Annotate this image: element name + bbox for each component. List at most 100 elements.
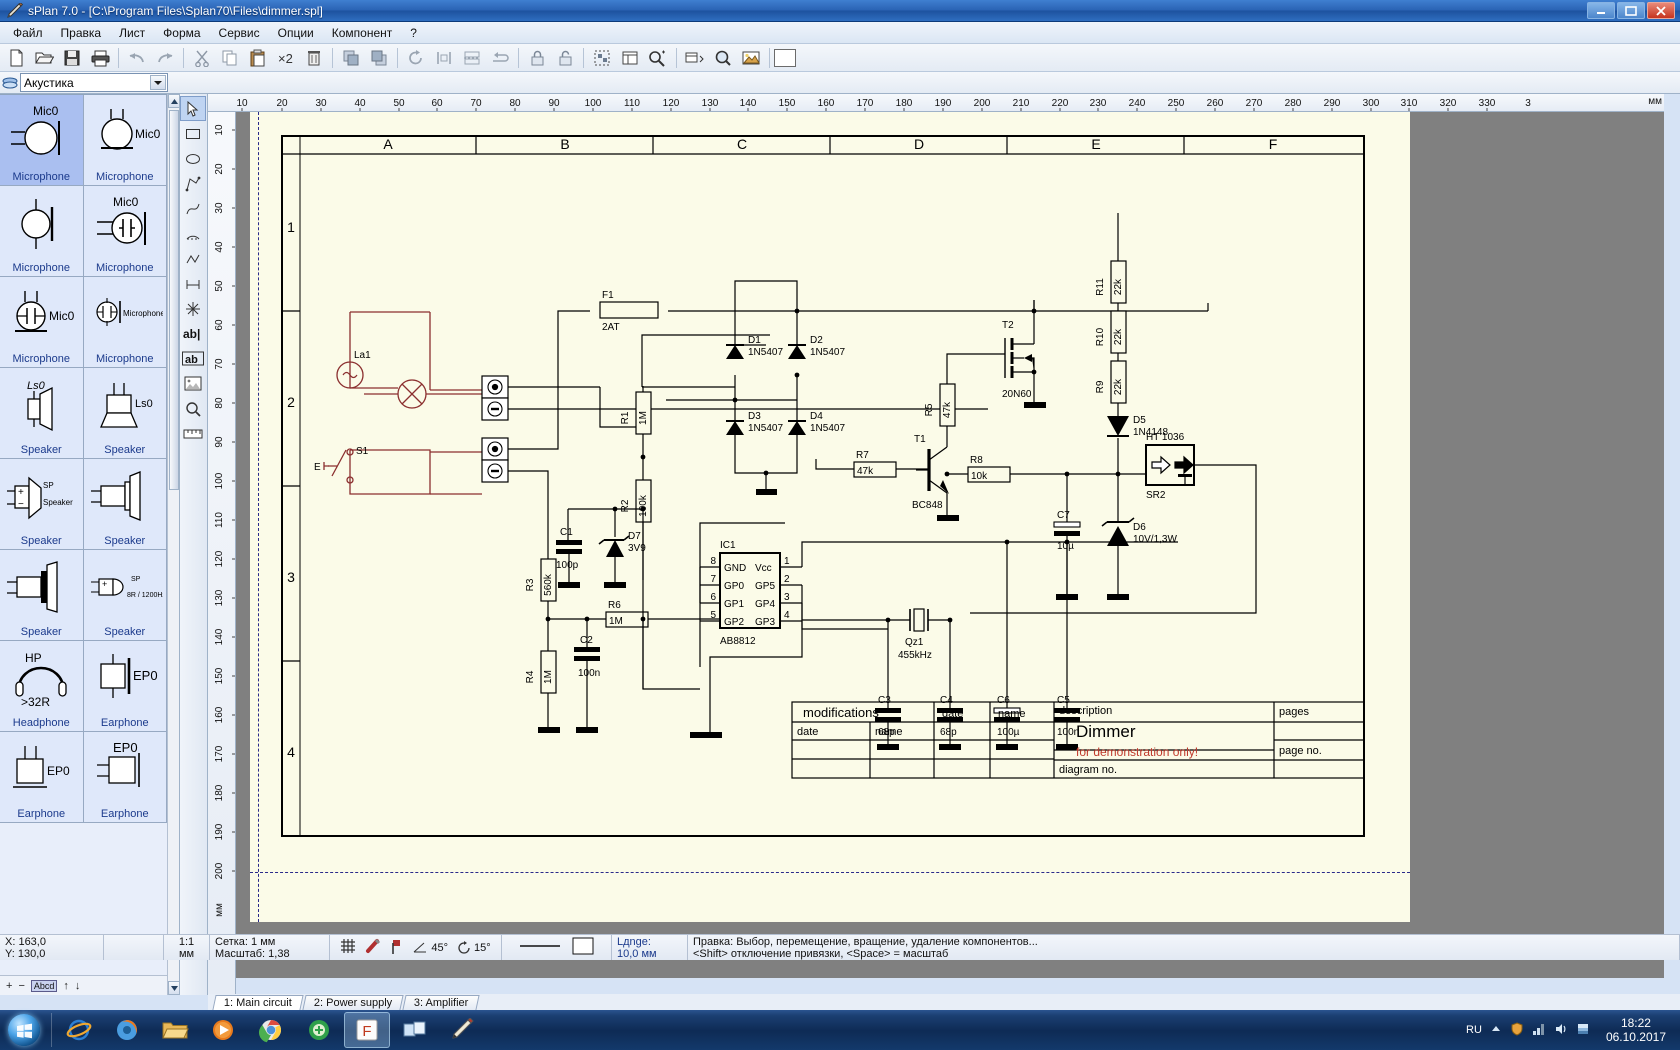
color-swatch[interactable] (774, 48, 796, 67)
abl-icon[interactable]: ab| (180, 321, 206, 346)
library-item-13[interactable]: EP0 Earphone (83, 641, 167, 732)
library-item-9[interactable]: Speaker (83, 459, 167, 550)
horizontal-ruler[interactable]: 10 20 30 40 50 60 70 80 90 100 110 120 130 140 150… (208, 94, 1664, 112)
menu-edit[interactable]: Правка (52, 23, 111, 43)
star-icon[interactable] (180, 296, 206, 321)
menu-help[interactable]: ? (401, 23, 426, 43)
library-item-14[interactable]: EP0 Earphone (0, 732, 84, 823)
polygon-tool[interactable] (180, 171, 206, 196)
ruler-icon[interactable] (180, 421, 206, 446)
menu-form[interactable]: Форма (154, 23, 209, 43)
clock[interactable]: 18:22 06.10.2017 (1598, 1016, 1674, 1044)
polyline-tool[interactable] (180, 246, 206, 271)
library-item-3[interactable]: Mic0 Microphone (83, 186, 167, 277)
redo-icon[interactable] (152, 46, 178, 70)
ellipse-tool[interactable] (180, 146, 206, 171)
paint-pencil-icon[interactable] (440, 1012, 486, 1048)
chrome-icon[interactable] (248, 1012, 294, 1048)
library-icon[interactable] (617, 46, 643, 70)
menu-file[interactable]: Файл (4, 23, 52, 43)
menu-sheet[interactable]: Лист (110, 23, 154, 43)
unlock-icon[interactable] (552, 46, 578, 70)
duplicate-x2-icon[interactable]: ×2 (273, 46, 299, 70)
schematic-sheet[interactable]: A B C D E F 1 2 3 4 La1 S1 E F1 2AT R1 1… (250, 112, 1410, 922)
library-item-10[interactable]: Speaker (0, 550, 84, 641)
rectangle-tool[interactable] (180, 121, 206, 146)
ab-box-icon[interactable]: ab (180, 346, 206, 371)
rotate-icon[interactable] (403, 46, 429, 70)
pin-icon[interactable] (390, 938, 404, 957)
status-grid-info[interactable]: Сетка: 1 мм Масштаб: 1,38 (210, 935, 330, 960)
add-icon[interactable]: + (6, 980, 12, 992)
line-style-preview[interactable] (519, 941, 560, 954)
arc-tool[interactable] (180, 221, 206, 246)
snap-magnet-icon[interactable] (365, 938, 381, 957)
select-arrow-tool[interactable] (180, 96, 206, 121)
status-scale[interactable]: 1:1 мм (164, 935, 210, 960)
shield-icon[interactable] (1510, 1021, 1524, 1039)
network-icon[interactable] (1532, 1022, 1546, 1039)
library-selector[interactable]: Акустика (20, 73, 168, 92)
status-angle-group[interactable]: 45° (413, 941, 448, 954)
library-item-4[interactable]: Mic0 Microphone (0, 277, 84, 368)
bezier-tool[interactable] (180, 196, 206, 221)
remove-icon[interactable]: − (18, 980, 24, 992)
magnifier-icon[interactable] (180, 396, 206, 421)
mirror-vertical-icon[interactable] (459, 46, 485, 70)
bring-front-icon[interactable] (338, 46, 364, 70)
flip-icon[interactable] (487, 46, 513, 70)
flag-icon[interactable] (1576, 1022, 1590, 1039)
image-icon[interactable] (738, 46, 764, 70)
picture-icon[interactable] (180, 371, 206, 396)
library-item-15[interactable]: EP0 Earphone (83, 732, 167, 823)
library-item-8[interactable]: + − SP Speaker Speaker (0, 459, 84, 550)
splan-app-icon[interactable]: F (344, 1012, 390, 1048)
library-item-7[interactable]: Ls0 Speaker (83, 368, 167, 459)
status-rotation-group[interactable]: 15° (457, 940, 491, 955)
open-folder-icon[interactable] (31, 46, 57, 70)
maximize-button[interactable] (1617, 2, 1645, 19)
move-down-icon[interactable]: ↓ (75, 980, 81, 992)
minimize-button[interactable] (1587, 2, 1615, 19)
mirror-horizontal-icon[interactable] (431, 46, 457, 70)
library-item-6[interactable]: Ls0 Speaker (0, 368, 84, 459)
internet-explorer-icon[interactable] (56, 1012, 102, 1048)
undo-icon[interactable] (124, 46, 150, 70)
library-item-11[interactable]: + SP 8R / 1200Hz Speaker (83, 550, 167, 641)
language-indicator[interactable]: RU (1466, 1024, 1482, 1036)
windows-app-icon[interactable] (392, 1012, 438, 1048)
library-item-5[interactable]: Microphone Microphone (83, 277, 167, 368)
library-scrollbar[interactable] (167, 94, 180, 995)
layers-icon[interactable] (682, 46, 708, 70)
dimension-tool[interactable] (180, 271, 206, 296)
scroll-down-icon[interactable] (168, 981, 180, 995)
firefox-icon[interactable] (104, 1012, 150, 1048)
scroll-up-icon[interactable] (168, 94, 180, 108)
library-item-1[interactable]: Mic0 Microphone (83, 95, 167, 186)
send-back-icon[interactable] (366, 46, 392, 70)
explorer-folder-icon[interactable] (152, 1012, 198, 1048)
cut-scissors-icon[interactable] (189, 46, 215, 70)
grid-icon[interactable] (340, 938, 356, 957)
library-item-12[interactable]: HP >32R Headphone (0, 641, 84, 732)
app-green-icon[interactable] (296, 1012, 342, 1048)
copy-icon[interactable] (217, 46, 243, 70)
delete-trash-icon[interactable] (301, 46, 327, 70)
library-item-2[interactable]: Microphone (0, 186, 84, 277)
scrollbar-thumb[interactable] (169, 110, 179, 490)
menu-component[interactable]: Компонент (323, 23, 402, 43)
fill-style-preview[interactable] (572, 936, 594, 959)
zoom-icon[interactable] (710, 46, 736, 70)
paste-icon[interactable] (245, 46, 271, 70)
library-item-0[interactable]: Mic0 Microphone (0, 95, 84, 186)
chevron-down-icon[interactable] (150, 75, 166, 90)
media-player-icon[interactable] (200, 1012, 246, 1048)
print-icon[interactable] (87, 46, 113, 70)
vertical-ruler[interactable]: 10 20 30 40 50 60 70 80 90 100 110 120 1… (208, 112, 236, 995)
arrow-up-icon[interactable] (1490, 1023, 1502, 1038)
start-button[interactable] (0, 1011, 48, 1049)
move-up-icon[interactable]: ↑ (63, 980, 69, 992)
menu-options[interactable]: Опции (269, 23, 323, 43)
search-component-icon[interactable] (645, 46, 671, 70)
volume-icon[interactable] (1554, 1022, 1568, 1039)
